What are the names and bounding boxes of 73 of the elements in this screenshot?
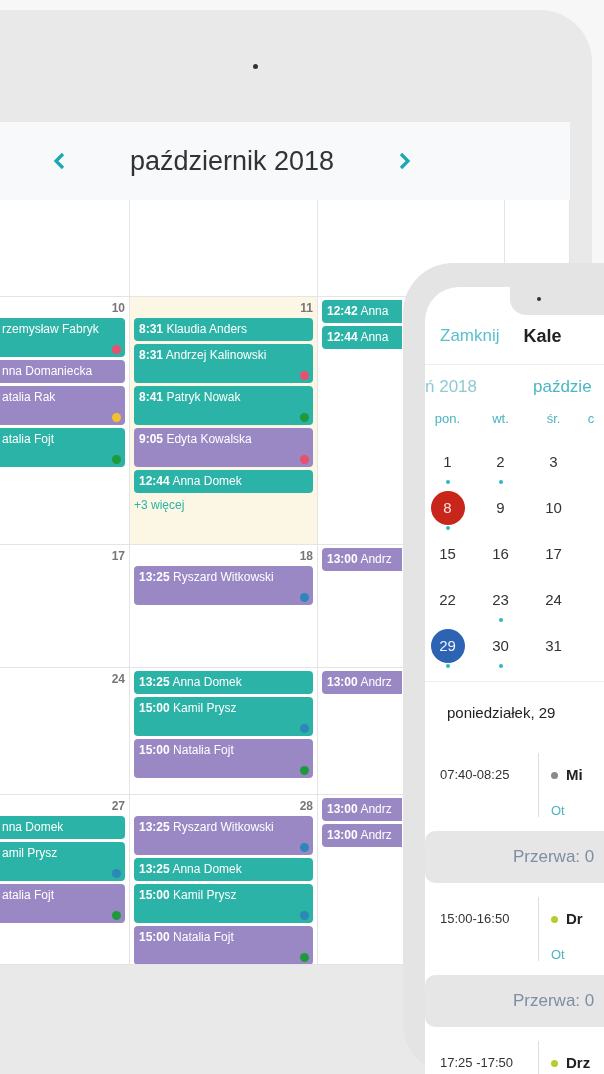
- event-chip[interactable]: 12:44 Anna Domek: [134, 470, 313, 493]
- month-label: paździe: [533, 376, 592, 399]
- date-cell[interactable]: 9: [483, 491, 518, 525]
- break-label: Przerwa: 0: [425, 830, 604, 883]
- day-heading: poniedziałek, 29: [425, 681, 604, 739]
- camera-icon: [253, 63, 258, 69]
- event-chip[interactable]: rzemysław Fabryk: [0, 318, 125, 357]
- weekday-label: pon.: [434, 411, 461, 426]
- date-cell[interactable]: 10: [536, 491, 571, 525]
- date-cell[interactable]: 16: [483, 537, 518, 571]
- event-chip[interactable]: 13:00 Andrz: [322, 671, 402, 694]
- open-link[interactable]: Ot: [551, 800, 583, 820]
- more-link[interactable]: +3 więcej: [134, 496, 313, 514]
- date-cell[interactable]: 22: [430, 583, 465, 617]
- event-chip[interactable]: 13:00 Andrz: [322, 824, 402, 847]
- event-chip[interactable]: 15:00 Natalia Fojt: [134, 926, 313, 964]
- date-cell[interactable]: 2: [483, 445, 518, 479]
- event-chip[interactable]: 15:00 Kamil Prysz: [134, 697, 313, 736]
- event-chip[interactable]: 13:25 Ryszard Witkowski: [134, 566, 313, 605]
- day-number: 10: [110, 300, 125, 316]
- event-chip[interactable]: 13:00 Andrz: [322, 548, 402, 571]
- break-label: Przerwa: 0: [425, 974, 604, 1027]
- weekday-label: śr.: [546, 411, 561, 426]
- date-cell[interactable]: 23: [483, 583, 518, 617]
- date-cell[interactable]: 8: [430, 491, 465, 525]
- appointment-title: Dr: [566, 909, 583, 927]
- date-cell[interactable]: 17: [536, 537, 571, 571]
- event-chip[interactable]: 8:31 Klaudia Anders: [134, 318, 313, 341]
- weekday-label: c: [587, 411, 595, 426]
- camera-icon: [537, 297, 541, 301]
- date-cell[interactable]: 1: [430, 445, 465, 479]
- date-cell[interactable]: 24: [536, 583, 571, 617]
- event-chip[interactable]: atalia Rak: [0, 386, 125, 425]
- date-cell[interactable]: 15: [430, 537, 465, 571]
- event-chip[interactable]: 8:41 Patryk Nowak: [134, 386, 313, 425]
- open-link[interactable]: Ot: [551, 944, 583, 964]
- appointment-title: Mi: [566, 765, 583, 783]
- event-chip[interactable]: 8:31 Andrzej Kalinowski: [134, 344, 313, 383]
- weekday-label: wt.: [492, 411, 509, 426]
- screen-title: Kale: [523, 325, 562, 348]
- month-title: październik 2018: [130, 144, 335, 178]
- event-chip[interactable]: 12:44 Anna: [322, 326, 402, 349]
- next-month-icon[interactable]: [398, 152, 413, 170]
- appointment-title: Drz: [566, 1053, 591, 1071]
- day-number: 18: [298, 548, 313, 564]
- date-cell[interactable]: 31: [536, 629, 571, 663]
- date-cell[interactable]: 3: [536, 445, 571, 479]
- time-range: 07:40-08:25: [439, 765, 511, 784]
- previous-month-label[interactable]: ń 2018: [425, 374, 477, 400]
- event-chip[interactable]: 13:00 Andrz: [322, 798, 402, 821]
- time-range: 17:25 -17:50: [439, 1053, 514, 1072]
- date-cell[interactable]: 30: [483, 629, 518, 663]
- event-chip[interactable]: 13:25 Ryszard Witkowski: [134, 816, 313, 855]
- event-chip[interactable]: nna Domek: [0, 816, 125, 839]
- day-number: 24: [110, 671, 125, 687]
- day-number: 28: [298, 798, 313, 814]
- event-chip[interactable]: atalia Fojt: [0, 428, 125, 467]
- day-number: 11: [299, 300, 313, 316]
- event-chip[interactable]: 13:25 Anna Domek: [134, 858, 313, 881]
- event-chip[interactable]: 12:42 Anna: [322, 300, 402, 323]
- previous-month-icon[interactable]: [52, 152, 66, 170]
- event-chip[interactable]: amil Prysz: [0, 842, 125, 881]
- event-chip[interactable]: 13:25 Anna Domek: [134, 671, 313, 694]
- event-chip[interactable]: nna Domaniecka: [0, 360, 125, 383]
- event-chip[interactable]: atalia Fojt: [0, 884, 125, 923]
- day-number: 27: [110, 798, 125, 814]
- date-cell[interactable]: 29: [430, 629, 465, 663]
- time-range: 15:00-16:50: [439, 909, 511, 928]
- day-number: 17: [110, 548, 125, 564]
- event-chip[interactable]: 15:00 Kamil Prysz: [134, 884, 313, 923]
- close-link[interactable]: Zamknij: [440, 323, 500, 364]
- event-chip[interactable]: 9:05 Edyta Kowalska: [134, 428, 313, 467]
- event-chip[interactable]: 15:00 Natalia Fojt: [134, 739, 313, 778]
